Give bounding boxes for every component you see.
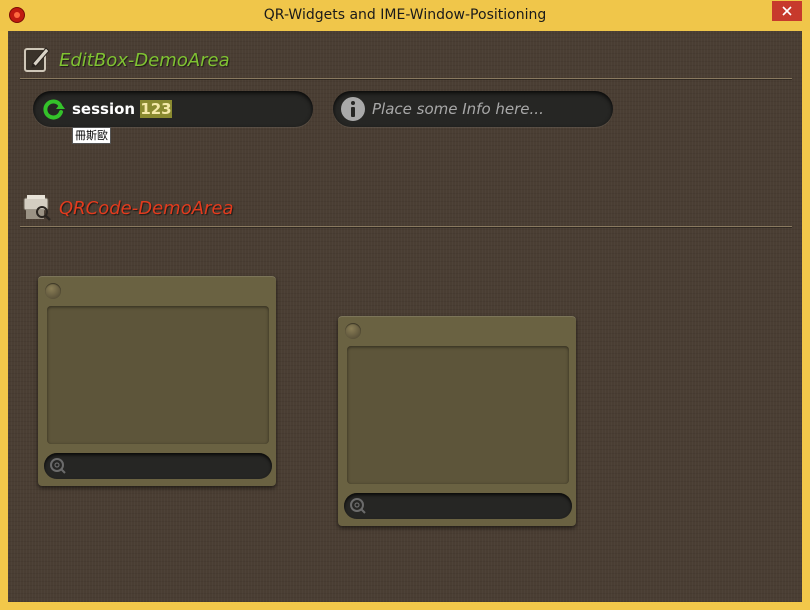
client-area: EditBox-DemoArea session 123 冊斯歐 Place s… [8,31,802,602]
qr-text-input[interactable] [344,493,572,519]
qr-canvas [347,346,569,484]
close-icon [782,6,792,16]
info-placeholder: Place some Info here... [372,100,544,118]
section-divider [20,78,792,79]
knob-icon[interactable] [45,283,61,299]
qr-text-input[interactable] [44,453,272,479]
app-window: QR-Widgets and IME-Window-Positioning Ed… [0,0,810,610]
qr-scanner-icon [23,195,51,221]
qr-panel[interactable] [38,276,276,486]
title-bar[interactable]: QR-Widgets and IME-Window-Positioning [0,0,810,31]
info-edit-box[interactable]: Place some Info here... [333,91,613,127]
window-title: QR-Widgets and IME-Window-Positioning [263,7,547,23]
edit-note-icon [24,47,50,72]
zoom-icon [50,458,66,474]
session-edit-text[interactable]: session 123 [72,100,172,118]
editbox-section-header: EditBox-DemoArea [20,44,792,79]
section-divider [20,226,792,227]
typed-text: session [72,100,141,118]
ime-composition-text: 123 [140,100,172,118]
qr-panel[interactable] [338,316,576,526]
close-button[interactable] [772,1,802,21]
qrcode-section-header: QRCode-DemoArea [20,192,792,227]
session-edit-box[interactable]: session 123 [33,91,313,127]
qr-canvas [47,306,269,444]
zoom-icon [350,498,366,514]
knob-icon[interactable] [345,323,361,339]
ime-candidate-window[interactable]: 冊斯歐 [72,127,111,144]
refresh-arrow-icon [43,99,65,120]
qrcode-section-title: QRCode-DemoArea [59,198,234,219]
info-icon [341,97,365,121]
editbox-section-title: EditBox-DemoArea [59,50,230,71]
